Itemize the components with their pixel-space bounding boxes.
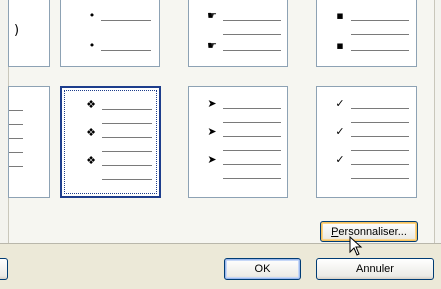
bullet-row bbox=[317, 141, 416, 155]
bullet-line bbox=[351, 34, 409, 35]
bullet-tile-lines[interactable] bbox=[8, 86, 50, 198]
bullet-row: ▪ bbox=[317, 9, 416, 25]
bullet-tile-square[interactable]: ▪ ▪ bbox=[316, 0, 417, 67]
bullet-row bbox=[62, 170, 159, 184]
bullet-tile-dot[interactable]: • • bbox=[60, 0, 160, 67]
bullet-row bbox=[189, 141, 287, 155]
bullet-row bbox=[189, 169, 287, 183]
diamond-bullet-icon: ❖ bbox=[86, 98, 96, 111]
partial-button[interactable] bbox=[0, 258, 8, 280]
bullet-line bbox=[102, 123, 152, 124]
bullet-line bbox=[351, 136, 409, 137]
bullet-line bbox=[223, 20, 281, 21]
bullet-tile-diamond-selected[interactable]: ❖ ❖ ❖ bbox=[60, 86, 161, 198]
pointing-hand-icon: ☛ bbox=[207, 9, 217, 22]
bullet-row bbox=[189, 25, 287, 39]
bullet-row bbox=[9, 143, 49, 157]
bullet-row: ➤ bbox=[189, 125, 287, 141]
bullet-line bbox=[101, 50, 151, 51]
bullet-row: ☛ bbox=[189, 39, 287, 55]
bullet-line bbox=[223, 108, 281, 109]
bullet-row bbox=[317, 169, 416, 183]
bullet-line bbox=[223, 178, 281, 179]
arrow-bullet-icon: ➤ bbox=[207, 153, 217, 166]
square-bullet-icon: ▪ bbox=[336, 39, 344, 52]
check-bullet-icon: ✓ bbox=[335, 153, 345, 166]
bullet-row: ✓ bbox=[317, 125, 416, 141]
bullet-line bbox=[351, 122, 409, 123]
bullet-row bbox=[317, 25, 416, 39]
bullet-row: • bbox=[61, 9, 159, 25]
bullet-line bbox=[101, 20, 151, 21]
bullet-line bbox=[351, 164, 409, 165]
bullet-row bbox=[189, 113, 287, 127]
bullet-row: ➤ bbox=[189, 97, 287, 113]
bullet-line bbox=[351, 50, 409, 51]
ok-button[interactable]: OK bbox=[224, 258, 301, 280]
bullet-line bbox=[223, 164, 281, 165]
diamond-bullet-icon: ❖ bbox=[86, 154, 96, 167]
diamond-bullet-icon: ❖ bbox=[86, 126, 96, 139]
bullet-dot-icon: • bbox=[88, 39, 96, 52]
bullet-row: ☛ bbox=[189, 9, 287, 25]
bullet-line bbox=[223, 34, 281, 35]
bullet-line bbox=[9, 166, 23, 167]
bullet-row bbox=[9, 115, 49, 129]
bullet-line bbox=[351, 20, 409, 21]
bullet-row: ❖ bbox=[62, 126, 159, 142]
bullet-row bbox=[317, 113, 416, 127]
bullet-tile-arrow[interactable]: ➤ ➤ ➤ bbox=[188, 86, 288, 198]
bullet-row: ✓ bbox=[317, 97, 416, 113]
bullet-line bbox=[9, 138, 23, 139]
bullet-row: ➤ bbox=[189, 153, 287, 169]
bullet-row bbox=[62, 142, 159, 156]
bullet-line bbox=[223, 150, 281, 151]
bullet-line bbox=[102, 179, 152, 180]
square-bullet-icon: ▪ bbox=[336, 9, 344, 22]
bullet-gallery-panel: ) • • ☛ ☛ ▪ ▪ ❖ ❖ ❖ ➤ ➤ ➤ ✓ ✓ ✓ Personna… bbox=[0, 0, 441, 244]
mouse-pointer-icon bbox=[349, 236, 363, 256]
bullet-row: ▪ bbox=[317, 39, 416, 55]
arrow-bullet-icon: ➤ bbox=[207, 125, 217, 138]
bullet-row: ❖ bbox=[62, 154, 159, 170]
bullet-tile-hand[interactable]: ☛ ☛ bbox=[188, 0, 288, 67]
bullet-line bbox=[102, 137, 152, 138]
bullet-line bbox=[102, 151, 152, 152]
bullet-row bbox=[9, 157, 49, 171]
bullet-row bbox=[9, 129, 49, 143]
pointing-hand-icon: ☛ bbox=[207, 39, 217, 52]
bullet-line bbox=[102, 165, 152, 166]
bullet-line bbox=[351, 178, 409, 179]
bullet-line bbox=[223, 122, 281, 123]
bullet-row: • bbox=[61, 39, 159, 55]
bullet-line bbox=[351, 150, 409, 151]
bullet-tile-check[interactable]: ✓ ✓ ✓ bbox=[316, 86, 417, 198]
bullet-line bbox=[9, 110, 23, 111]
bullet-row: ❖ bbox=[62, 98, 159, 114]
bullet-line bbox=[223, 50, 281, 51]
gallery-area: ) • • ☛ ☛ ▪ ▪ ❖ ❖ ❖ ➤ ➤ ➤ ✓ ✓ ✓ Personna… bbox=[8, 0, 435, 243]
bullet-line bbox=[102, 109, 152, 110]
bullet-tile-numbered[interactable]: ) bbox=[8, 0, 50, 67]
bullet-line bbox=[9, 124, 23, 125]
bullet-line bbox=[351, 108, 409, 109]
bullet-line bbox=[223, 136, 281, 137]
bullet-row bbox=[62, 114, 159, 128]
customize-button[interactable]: Personnaliser... bbox=[320, 221, 418, 242]
tile-label-fragment: ) bbox=[14, 23, 20, 38]
bullet-row: ✓ bbox=[317, 153, 416, 169]
check-bullet-icon: ✓ bbox=[335, 125, 345, 138]
check-bullet-icon: ✓ bbox=[335, 97, 345, 110]
arrow-bullet-icon: ➤ bbox=[207, 97, 217, 110]
bullet-line bbox=[9, 152, 23, 153]
bullet-row bbox=[9, 101, 49, 115]
cancel-button[interactable]: Annuler bbox=[316, 258, 434, 280]
bullet-dot-icon: • bbox=[88, 9, 96, 22]
